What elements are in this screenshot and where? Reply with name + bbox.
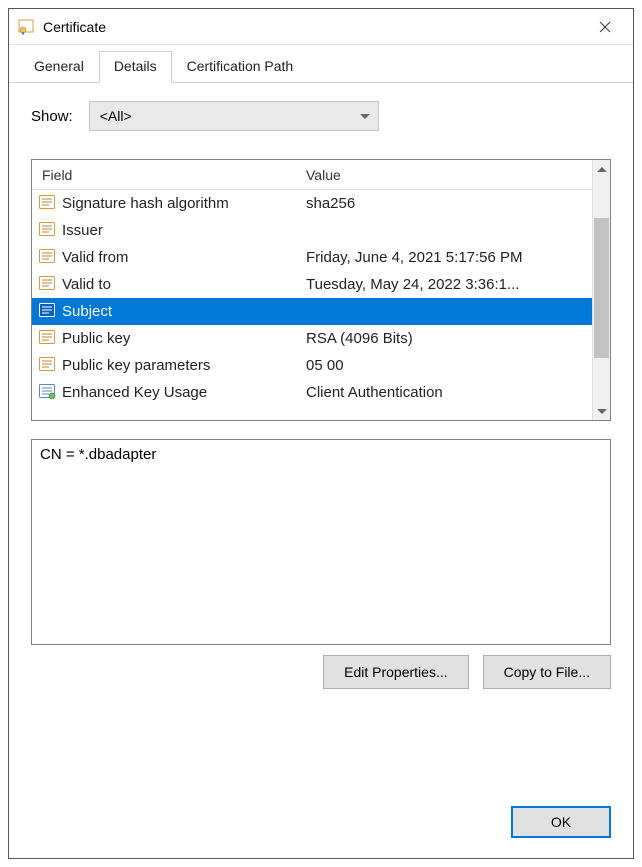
field-name: Valid to <box>62 276 111 293</box>
field-name: Issuer <box>62 222 103 239</box>
list-row[interactable]: Issuer <box>32 217 592 244</box>
scroll-up-button[interactable] <box>593 160 610 178</box>
list-row[interactable]: Valid from Friday, June 4, 2021 5:17:56 … <box>32 244 592 271</box>
field-detail-text[interactable]: CN = *.dbadapter <box>31 439 611 645</box>
ok-button[interactable]: OK <box>511 806 611 838</box>
list-rows: Signature hash algorithm sha256 Issuer V… <box>32 190 592 420</box>
field-name: Valid from <box>62 249 128 266</box>
tabs: General Details Certification Path <box>9 51 633 83</box>
list-row[interactable]: Subject <box>32 298 592 325</box>
field-icon <box>38 329 56 349</box>
field-icon <box>38 302 56 322</box>
fields-listbox: Field Value Signature hash algorithm sha… <box>31 159 611 421</box>
list-row[interactable]: Public key RSA (4096 Bits) <box>32 325 592 352</box>
copy-to-file-button[interactable]: Copy to File... <box>483 655 611 689</box>
details-panel: Show: <All> Field Value Signature hash a… <box>9 83 633 790</box>
chevron-down-icon <box>597 409 607 414</box>
field-value: Friday, June 4, 2021 5:17:56 PM <box>300 249 592 266</box>
list-row[interactable]: Valid to Tuesday, May 24, 2022 3:36:1... <box>32 271 592 298</box>
certificate-dialog: Certificate General Details Certificatio… <box>8 8 634 859</box>
show-value: <All> <box>100 108 132 124</box>
field-value: Tuesday, May 24, 2022 3:36:1... <box>300 276 592 293</box>
field-name: Subject <box>62 303 112 320</box>
scroll-thumb[interactable] <box>594 218 609 358</box>
certificate-icon <box>17 18 35 36</box>
close-button[interactable] <box>585 12 625 42</box>
scrollbar[interactable] <box>592 160 610 420</box>
show-row: Show: <All> <box>31 101 611 131</box>
field-icon <box>38 194 56 214</box>
edit-properties-button[interactable]: Edit Properties... <box>323 655 469 689</box>
field-icon <box>38 383 56 403</box>
show-dropdown[interactable]: <All> <box>89 101 379 131</box>
field-value: Client Authentication <box>300 384 592 401</box>
scroll-track[interactable] <box>593 178 610 402</box>
list-row[interactable]: Signature hash algorithm sha256 <box>32 190 592 217</box>
list-header: Field Value <box>32 160 592 190</box>
list-row[interactable]: Public key parameters 05 00 <box>32 352 592 379</box>
field-icon <box>38 248 56 268</box>
dialog-footer: OK <box>9 790 633 858</box>
field-icon <box>38 221 56 241</box>
tab-general[interactable]: General <box>19 51 99 83</box>
tab-details[interactable]: Details <box>99 51 172 83</box>
tab-certification-path[interactable]: Certification Path <box>172 51 309 83</box>
chevron-down-icon <box>360 114 370 119</box>
field-icon <box>38 275 56 295</box>
window-title: Certificate <box>43 19 585 35</box>
field-name: Signature hash algorithm <box>62 195 229 212</box>
field-name: Public key parameters <box>62 357 210 374</box>
header-field[interactable]: Field <box>32 167 300 183</box>
list-row[interactable]: Enhanced Key Usage Client Authentication <box>32 379 592 406</box>
field-name: Enhanced Key Usage <box>62 384 207 401</box>
chevron-up-icon <box>597 167 607 172</box>
field-value: RSA (4096 Bits) <box>300 330 592 347</box>
show-label: Show: <box>31 108 73 125</box>
scroll-down-button[interactable] <box>593 402 610 420</box>
header-value[interactable]: Value <box>300 167 592 183</box>
field-name: Public key <box>62 330 130 347</box>
close-icon <box>599 21 611 33</box>
field-value: sha256 <box>300 195 592 212</box>
field-icon <box>38 356 56 376</box>
field-value: 05 00 <box>300 357 592 374</box>
title-bar: Certificate <box>9 9 633 45</box>
button-row: Edit Properties... Copy to File... <box>31 655 611 689</box>
